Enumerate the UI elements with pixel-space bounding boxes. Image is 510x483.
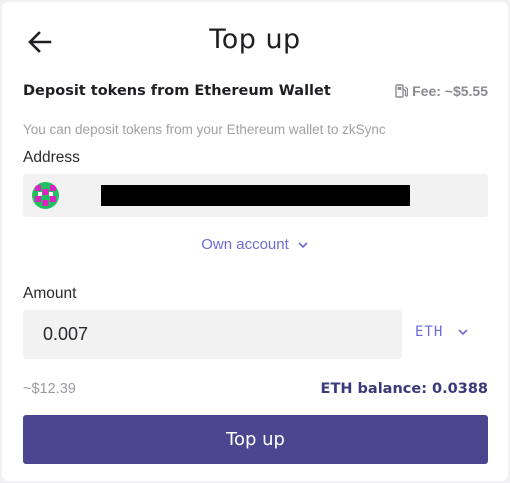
page-title: Top up <box>209 24 301 55</box>
token-select[interactable]: ETH <box>415 324 469 340</box>
amount-input[interactable] <box>23 310 402 359</box>
top-up-button[interactable]: Top up <box>23 415 488 464</box>
address-field[interactable] <box>23 174 488 217</box>
chevron-down-icon <box>298 241 308 248</box>
identicon-avatar <box>32 182 59 209</box>
fee-info: Fee: ~$5.55 <box>395 83 488 99</box>
usd-estimate: ~$12.39 <box>23 381 76 397</box>
fee-text: Fee: ~$5.55 <box>412 83 488 99</box>
deposit-hint: You can deposit tokens from your Ethereu… <box>23 122 386 137</box>
token-select-label: ETH <box>415 324 444 340</box>
deposit-header: Deposit tokens from Ethereum Wallet Fee:… <box>23 81 488 101</box>
gas-pump-icon <box>395 84 409 98</box>
eth-balance[interactable]: ETH balance: 0.0388 <box>321 381 488 397</box>
amount-label: Amount <box>23 285 77 302</box>
account-select-label: Own account <box>201 236 289 253</box>
address-value-redacted <box>101 185 410 206</box>
address-label: Address <box>23 149 80 166</box>
topup-card: Top up Deposit tokens from Ethereum Wall… <box>2 2 508 481</box>
account-select[interactable]: Own account <box>2 236 508 253</box>
deposit-heading: Deposit tokens from Ethereum Wallet <box>23 83 331 99</box>
chevron-down-icon <box>458 329 468 336</box>
